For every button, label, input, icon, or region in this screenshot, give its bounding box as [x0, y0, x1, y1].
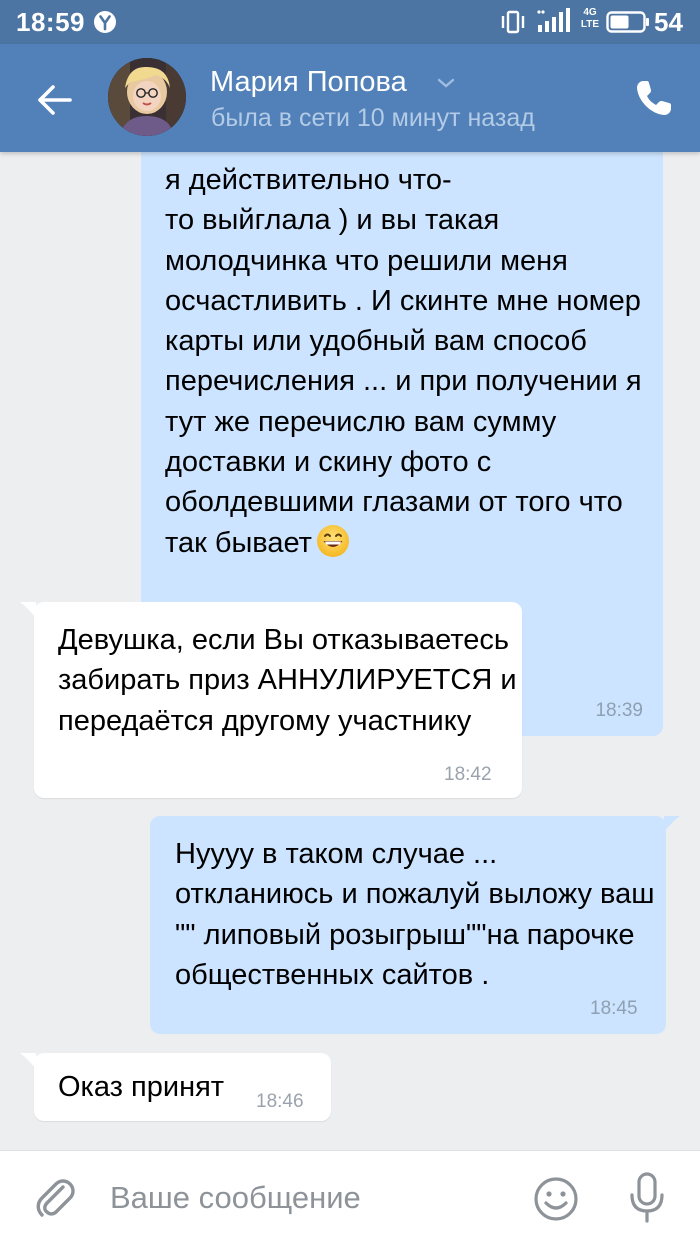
message-text: Нуууу в таком случае ... откланиюсь и по…: [175, 838, 655, 991]
smiley-icon[interactable]: [532, 1175, 580, 1223]
message-time: 18:42: [444, 764, 492, 785]
arrow-left-icon[interactable]: [26, 72, 82, 128]
signal-icon: [537, 8, 570, 32]
bubble-tail: [20, 1053, 36, 1069]
battery-level: 54: [654, 7, 683, 37]
network-type-4g: 4G: [583, 7, 597, 18]
battery-icon: [606, 11, 649, 33]
message-text: я действительно что- то выйглала ) и вы …: [165, 160, 655, 563]
phone-icon[interactable]: [630, 74, 678, 122]
paperclip-icon[interactable]: [30, 1173, 80, 1223]
message-text: Оказ принят: [58, 1071, 225, 1103]
grinning-face-emoji-icon: [316, 524, 349, 557]
bubble-tail: [664, 816, 680, 832]
avatar[interactable]: [108, 58, 186, 136]
avatar-image: [108, 58, 186, 136]
status-bar: 18:59 4G LTE 54: [0, 0, 700, 44]
status-time: 18:59: [16, 7, 85, 37]
message-time: 18:46: [256, 1091, 304, 1112]
message-time: 18:45: [590, 998, 638, 1019]
vibrate-icon: [501, 10, 525, 34]
microphone-icon[interactable]: [624, 1171, 670, 1225]
message-incoming[interactable]: Оказ принят 18:46: [20, 1053, 331, 1121]
message-text: Девушка, если Вы отказываетесь забирать …: [58, 624, 517, 737]
message-list[interactable]: я действительно что- то выйглала ) и вы …: [0, 152, 700, 1150]
chat-header: Мария Попова была в сети 10 минут назад: [0, 44, 700, 152]
bubble-tail: [20, 602, 36, 618]
message-outgoing[interactable]: Нуууу в таком случае ... откланиюсь и по…: [150, 816, 680, 1034]
network-type: 4G LTE: [580, 7, 600, 31]
message-text-content: я действительно что- то выйглала ) и вы …: [165, 164, 642, 559]
chevron-down-icon[interactable]: [436, 76, 456, 90]
network-type-lte: LTE: [580, 19, 600, 30]
message-input[interactable]: [110, 1173, 510, 1223]
message-incoming[interactable]: Девушка, если Вы отказываетесь забирать …: [20, 602, 522, 798]
contact-name[interactable]: Мария Попова: [210, 66, 407, 99]
yandex-icon: [94, 11, 116, 33]
contact-status: была в сети 10 минут назад: [211, 104, 535, 132]
message-time: 18:39: [595, 700, 643, 721]
message-composer: [0, 1150, 700, 1245]
